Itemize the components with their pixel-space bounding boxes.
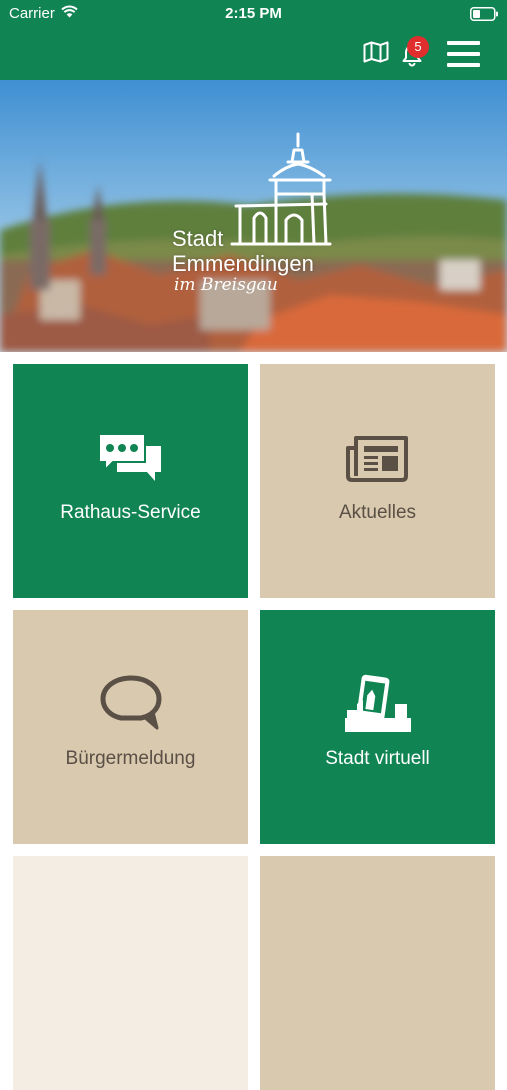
tile-label: Bürgermeldung [65, 748, 196, 769]
logo-text-region: im Breisgau [174, 275, 278, 295]
tile-partial-left[interactable] [13, 856, 248, 1090]
hamburger-menu-icon[interactable] [447, 41, 481, 67]
logo-text-city: Emmendingen [172, 251, 314, 276]
chat-bubbles-icon [98, 434, 161, 481]
speech-bubble-icon [99, 675, 162, 730]
status-time: 2:15 PM [225, 5, 282, 22]
nav-bar: 5 [0, 28, 507, 80]
virtual-city-icon [344, 674, 411, 732]
status-bar: Carrier 2:15 PM [0, 0, 507, 28]
tile-aktuelles[interactable]: Aktuelles [260, 364, 495, 598]
tile-label: Stadt virtuell [325, 748, 430, 769]
logo-text-stadt: Stadt [172, 226, 224, 251]
city-gate-logo [230, 132, 332, 246]
hero-banner: Stadt Emmendingen im Breisgau [0, 80, 507, 352]
newspaper-icon [345, 436, 408, 482]
battery-icon [470, 7, 498, 21]
tile-rathaus-service[interactable]: Rathaus-Service [13, 364, 248, 598]
tile-stadt-virtuell[interactable]: Stadt virtuell [260, 610, 495, 844]
notifications-button[interactable]: 5 [397, 36, 431, 68]
tile-label: Rathaus-Service [60, 502, 201, 523]
tile-label: Aktuelles [338, 502, 417, 523]
tile-buergermeldung[interactable]: Bürgermeldung [13, 610, 248, 844]
app-header: Carrier 2:15 PM 5 [0, 0, 507, 80]
tile-partial-right[interactable] [260, 856, 495, 1090]
notification-badge: 5 [407, 36, 429, 58]
map-icon[interactable] [363, 41, 389, 63]
